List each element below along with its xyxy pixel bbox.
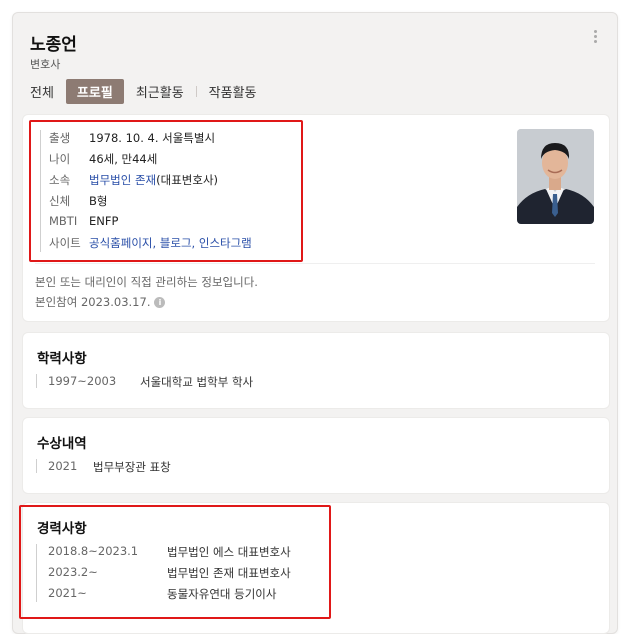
site-link-instagram[interactable]: 인스타그램 — [199, 236, 252, 250]
info-value: 46세, 만44세 — [89, 152, 158, 166]
verified-date: 본인참여 2023.03.17. i — [35, 294, 166, 310]
more-vertical-icon[interactable] — [594, 30, 598, 45]
info-value: 1978. 10. 4. 서울특별시 — [89, 131, 216, 145]
person-name: 노종언 — [30, 35, 77, 55]
affiliation-link[interactable]: 법무법인 존재 — [89, 173, 156, 187]
tab-recent-activity[interactable]: 최근활동 — [136, 82, 184, 101]
tab-profile[interactable]: 프로필 — [65, 78, 124, 104]
info-key: 소속 — [49, 173, 71, 187]
awards-card — [22, 417, 610, 494]
career-text: 법무법인 존재 대표변호사 — [167, 566, 291, 580]
info-value: ENFP — [89, 214, 119, 228]
career-rule — [36, 544, 37, 602]
education-text: 서울대학교 법학부 학사 — [140, 375, 254, 389]
profile-tabs: 전체 프로필 최근활동 작품활동 — [30, 78, 257, 104]
awards-title: 수상내역 — [37, 436, 87, 452]
education-card — [22, 332, 610, 409]
tab-divider — [195, 85, 197, 97]
info-row-age: 나이 46세, 만44세 — [49, 151, 157, 167]
info-row-affiliation: 소속 법무법인 존재(대표변호사) — [49, 172, 218, 188]
info-key: 나이 — [49, 152, 71, 166]
info-value: B형 — [89, 194, 108, 208]
info-row-mbti: MBTI ENFP — [49, 214, 118, 230]
career-date: 2021~ — [48, 586, 87, 600]
info-key: MBTI — [49, 214, 78, 228]
career-title: 경력사항 — [37, 521, 87, 537]
info-key: 신체 — [49, 194, 71, 208]
career-text: 법무법인 에스 대표변호사 — [167, 545, 291, 559]
awards-date: 2021 — [48, 459, 78, 473]
info-divider — [35, 263, 595, 264]
site-link-blog[interactable]: 블로그 — [160, 236, 192, 250]
career-date: 2023.2~ — [48, 565, 98, 579]
career-text: 동물자유연대 등기이사 — [167, 587, 277, 601]
person-role: 변호사 — [30, 58, 61, 71]
info-key: 출생 — [49, 131, 71, 145]
info-circle-icon[interactable]: i — [154, 297, 166, 308]
site-link-homepage[interactable]: 공식홈페이지 — [89, 236, 152, 250]
awards-rule — [36, 459, 37, 473]
education-rule — [36, 374, 37, 388]
awards-text: 법무부장관 표창 — [93, 460, 171, 474]
verified-text: 본인참여 2023.03.17. — [35, 295, 151, 309]
tab-all[interactable]: 전체 — [30, 82, 54, 101]
tab-works[interactable]: 작품활동 — [209, 82, 257, 101]
info-left-rule — [40, 130, 41, 252]
info-row-site: 사이트 공식홈페이지, 블로그, 인스타그램 — [49, 236, 252, 250]
info-row-birth: 출생 1978. 10. 4. 서울특별시 — [49, 130, 215, 146]
education-title: 학력사항 — [37, 351, 87, 367]
info-key: 사이트 — [49, 236, 81, 250]
managed-info-notice: 본인 또는 대리인이 직접 관리하는 정보입니다. — [35, 275, 258, 289]
education-date: 1997~2003 — [48, 374, 117, 388]
career-date: 2018.8~2023.1 — [48, 544, 139, 558]
profile-photo[interactable] — [517, 129, 594, 224]
info-row-body: 신체 B형 — [49, 193, 107, 209]
affiliation-suffix: (대표변호사) — [156, 173, 219, 187]
